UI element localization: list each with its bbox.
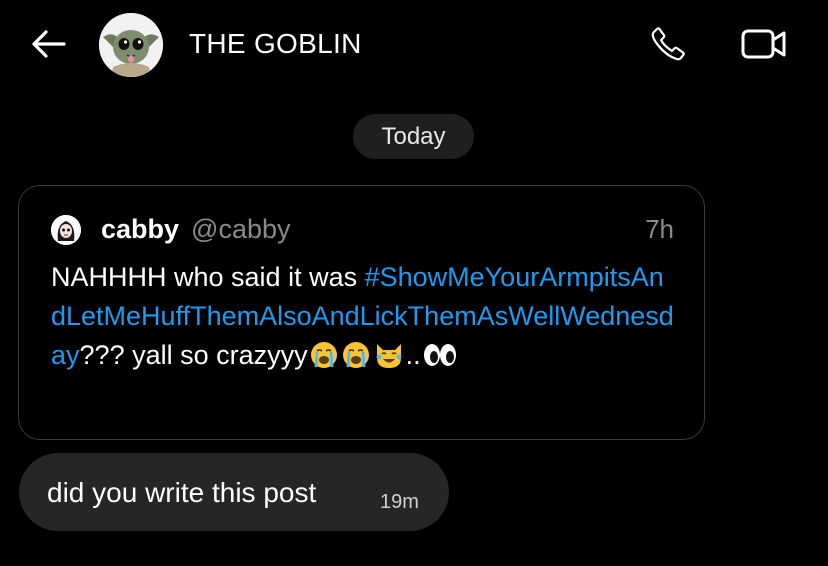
post-text-outro: ??? yall so crazyyy: [79, 340, 308, 370]
date-separator: Today: [353, 114, 474, 159]
loudly-crying-face-icon: [341, 340, 371, 381]
post-author-avatar[interactable]: [51, 214, 81, 245]
chat-header: THE GOBLIN: [0, 0, 828, 90]
loudly-crying-face-icon: [309, 340, 339, 381]
voice-call-button[interactable]: [646, 22, 690, 66]
post-author-name[interactable]: cabby: [101, 214, 179, 245]
post-text-intro: NAHHHH who said it was: [51, 262, 365, 292]
message-bubble[interactable]: did you write this post 19m: [19, 453, 449, 531]
phone-icon: [651, 27, 685, 61]
cabby-avatar-image: [51, 214, 81, 245]
video-call-button[interactable]: [738, 22, 790, 66]
eyes-icon: [422, 340, 458, 381]
back-button[interactable]: [28, 26, 68, 62]
video-camera-icon: [741, 29, 786, 59]
arrow-left-icon: [32, 30, 66, 58]
message-timestamp: 19m: [380, 491, 419, 513]
post-author-row: cabby @cabby: [51, 214, 291, 245]
goblin-avatar-image: [99, 13, 163, 77]
post-text-dots: ..: [405, 340, 421, 370]
post-timestamp: 7h: [645, 214, 674, 244]
contact-avatar[interactable]: [99, 13, 163, 77]
message-text: did you write this post: [47, 477, 317, 508]
cat-with-tears-of-joy-icon: [373, 340, 405, 381]
post-author-handle[interactable]: @cabby: [191, 214, 290, 245]
post-body: NAHHHH who said it was #ShowMeYourArmpit…: [51, 258, 676, 381]
shared-post-card[interactable]: cabby @cabby 7h NAHHHH who said it was #…: [18, 185, 705, 440]
contact-name[interactable]: THE GOBLIN: [189, 28, 362, 60]
